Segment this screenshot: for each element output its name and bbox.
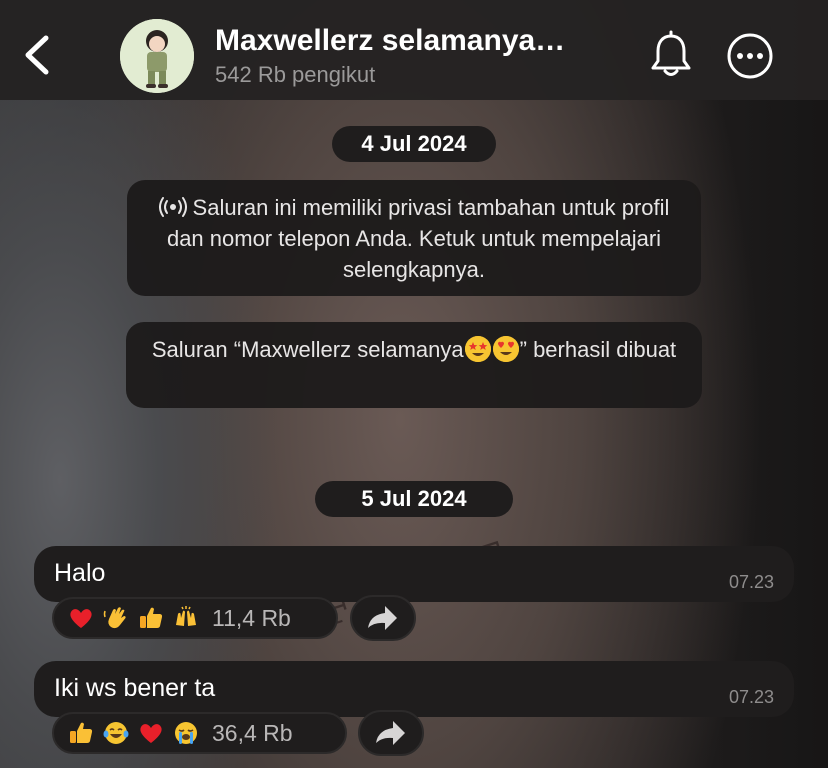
notifications-button[interactable] [648,30,694,80]
date-separator: 5 Jul 2024 [315,481,513,517]
reactions-pill[interactable]: 11,4 Rb [52,597,338,639]
channel-header: Maxwellerz selamanya… 542 Rb pengikut [0,0,828,100]
reaction-count: 11,4 Rb [212,604,291,631]
laughing-tears-emoji-icon [103,720,129,746]
channel-title[interactable]: Maxwellerz selamanya… [215,24,605,58]
heart-emoji-icon [138,720,164,746]
message-text: Iki ws bener ta [54,674,216,702]
heart-emoji-icon [68,605,94,631]
thumbs-up-emoji-icon [68,720,94,746]
privacy-notice[interactable]: Saluran ini memiliki privasi tambahan un… [127,180,701,296]
message-time: 07.23 [728,572,774,592]
chibi-character-avatar-icon [120,19,194,93]
forward-button[interactable] [350,595,416,641]
message-time: 07.23 [728,687,774,707]
reactions-pill[interactable]: 36,4 Rb [52,712,347,754]
channel-message[interactable]: Halo 07.23 [34,546,794,602]
chevron-left-icon [25,35,49,75]
date-separator: 4 Jul 2024 [332,126,496,162]
channel-avatar[interactable] [120,19,194,93]
back-button[interactable] [16,30,60,80]
heart-eyes-emoji-icon [492,336,519,362]
bell-icon [651,30,691,76]
created-notice-suffix: ” berhasil dibuat [519,337,677,362]
broadcast-icon [158,197,187,217]
more-horizontal-icon [727,33,773,79]
waving-hand-emoji-icon [103,605,129,631]
reaction-count: 36,4 Rb [212,719,293,746]
more-options-button[interactable] [726,32,774,80]
message-text: Halo [54,559,106,587]
star-struck-emoji-icon [464,336,491,362]
channel-created-notice: Saluran “Maxwellerz selamanya ” berhasil … [126,322,702,408]
forward-arrow-icon [376,721,405,745]
raising-hands-emoji-icon [173,605,199,631]
followers-count: 542 Rb pengikut [215,62,376,87]
forward-arrow-icon [368,606,397,630]
channel-message[interactable]: Iki ws bener ta 07.23 [34,661,794,717]
thumbs-up-emoji-icon [138,605,164,631]
loudly-crying-emoji-icon [173,720,199,746]
privacy-notice-text: Saluran ini memiliki privasi tambahan un… [166,195,670,282]
created-notice-prefix: Saluran “Maxwellerz selamanya [151,337,464,362]
forward-button[interactable] [358,710,424,756]
